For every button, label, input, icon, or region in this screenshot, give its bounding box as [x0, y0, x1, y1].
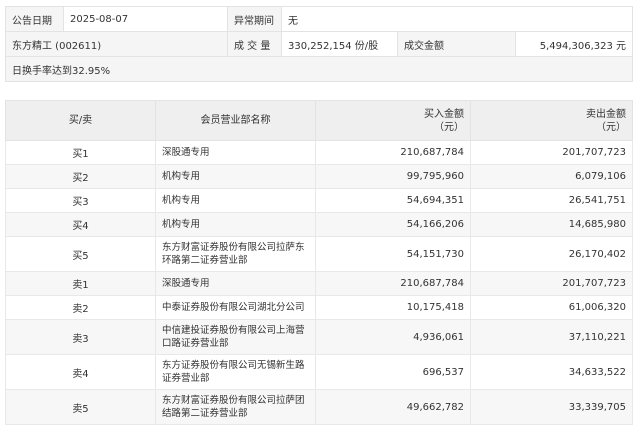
- header-sell-amount-unit: （元）: [596, 121, 626, 133]
- row-sell-amount: 26,170,402: [470, 236, 633, 272]
- row-sell-amount: 201,707,723: [470, 271, 633, 296]
- row-buy-amount: 54,166,206: [315, 212, 471, 237]
- volume-label: 成 交 量: [227, 31, 282, 57]
- stock-name: 东方精工 (002611): [5, 31, 228, 57]
- abnormal-reason: 日换手率达到32.95%: [4, 56, 634, 82]
- row-department: 深股通专用: [155, 271, 316, 296]
- volume-value: 330,252,154 份/股: [281, 31, 398, 57]
- row-sell-amount: 201,707,723: [470, 140, 633, 165]
- row-department: 东方财富证券股份有限公司拉萨团结路第二证券营业部: [155, 389, 316, 425]
- header-buy-amount: 买入金额 （元）: [315, 100, 471, 141]
- info-row-date: 公告日期 2025-08-07 异常期间 无: [5, 6, 634, 32]
- row-sell-amount: 6,079,106: [470, 164, 633, 189]
- table-row: 卖5 东方财富证券股份有限公司拉萨团结路第二证券营业部 49,662,782 3…: [5, 389, 633, 425]
- header-sell-amount-label: 卖出金额: [586, 108, 626, 120]
- row-side: 卖3: [5, 319, 156, 355]
- row-buy-amount: 696,537: [315, 354, 471, 390]
- table-row: 卖3 中信建投证券股份有限公司上海营口路证券营业部 4,936,061 37,1…: [5, 319, 633, 355]
- row-side: 买1: [5, 140, 156, 165]
- announce-date-value: 2025-08-07: [63, 6, 228, 32]
- row-department: 东方财富证券股份有限公司拉萨东环路第二证券营业部: [155, 236, 316, 272]
- row-side: 买5: [5, 236, 156, 272]
- row-buy-amount: 10,175,418: [315, 295, 471, 320]
- trading-detail-table: 买/卖 会员营业部名称 买入金额 （元） 卖出金额 （元） 买1 深股通专用 2…: [5, 100, 633, 425]
- header-sell-amount: 卖出金额 （元）: [470, 100, 633, 141]
- row-department: 机构专用: [155, 188, 316, 213]
- row-sell-amount: 37,110,221: [470, 319, 633, 355]
- row-side: 卖4: [5, 354, 156, 390]
- announce-date-label: 公告日期: [5, 6, 64, 32]
- row-department: 东方证券股份有限公司无锡新生路证券营业部: [155, 354, 316, 390]
- row-buy-amount: 54,694,351: [315, 188, 471, 213]
- table-row: 买2 机构专用 99,795,960 6,079,106: [5, 164, 633, 189]
- table-row: 卖1 深股通专用 210,687,784 201,707,723: [5, 271, 633, 296]
- row-side: 买3: [5, 188, 156, 213]
- row-buy-amount: 99,795,960: [315, 164, 471, 189]
- row-sell-amount: 14,685,980: [470, 212, 633, 237]
- amount-label: 成交金额: [397, 31, 516, 57]
- abnormal-period-value: 无: [280, 6, 634, 32]
- abnormal-period-label: 异常期间: [227, 6, 282, 32]
- info-row-reason: 日换手率达到32.95%: [4, 56, 634, 82]
- info-row-volume: 东方精工 (002611) 成 交 量 330,252,154 份/股 成交金额…: [5, 31, 634, 57]
- row-department: 中信建投证券股份有限公司上海营口路证券营业部: [155, 319, 316, 355]
- announcement-info-table: 公告日期 2025-08-07 异常期间 无 东方精工 (002611) 成 交…: [4, 6, 634, 82]
- table-row: 买5 东方财富证券股份有限公司拉萨东环路第二证券营业部 54,151,730 2…: [5, 236, 633, 272]
- row-buy-amount: 4,936,061: [315, 319, 471, 355]
- row-buy-amount: 54,151,730: [315, 236, 471, 272]
- amount-value: 5,494,306,323 元: [514, 31, 634, 57]
- row-buy-amount: 49,662,782: [315, 389, 471, 425]
- header-department: 会员营业部名称: [155, 100, 316, 141]
- table-row: 买3 机构专用 54,694,351 26,541,751: [5, 188, 633, 213]
- table-row: 买1 深股通专用 210,687,784 201,707,723: [5, 140, 633, 165]
- row-department: 机构专用: [155, 164, 316, 189]
- row-sell-amount: 26,541,751: [470, 188, 633, 213]
- row-sell-amount: 33,339,705: [470, 389, 633, 425]
- table-row: 买4 机构专用 54,166,206 14,685,980: [5, 212, 633, 237]
- table-row: 卖2 中泰证券股份有限公司湖北分公司 10,175,418 61,006,320: [5, 295, 633, 320]
- row-sell-amount: 34,633,522: [470, 354, 633, 390]
- row-side: 卖2: [5, 295, 156, 320]
- row-buy-amount: 210,687,784: [315, 271, 471, 296]
- header-buy-amount-label: 买入金额: [424, 108, 464, 120]
- header-buy-amount-unit: （元）: [434, 121, 464, 133]
- detail-header-row: 买/卖 会员营业部名称 买入金额 （元） 卖出金额 （元）: [5, 100, 633, 141]
- row-department: 机构专用: [155, 212, 316, 237]
- table-row: 卖4 东方证券股份有限公司无锡新生路证券营业部 696,537 34,633,5…: [5, 354, 633, 390]
- row-side: 买2: [5, 164, 156, 189]
- row-sell-amount: 61,006,320: [470, 295, 633, 320]
- row-side: 卖1: [5, 271, 156, 296]
- row-side: 卖5: [5, 389, 156, 425]
- row-department: 中泰证券股份有限公司湖北分公司: [155, 295, 316, 320]
- header-side: 买/卖: [5, 100, 156, 141]
- row-buy-amount: 210,687,784: [315, 140, 471, 165]
- row-side: 买4: [5, 212, 156, 237]
- row-department: 深股通专用: [155, 140, 316, 165]
